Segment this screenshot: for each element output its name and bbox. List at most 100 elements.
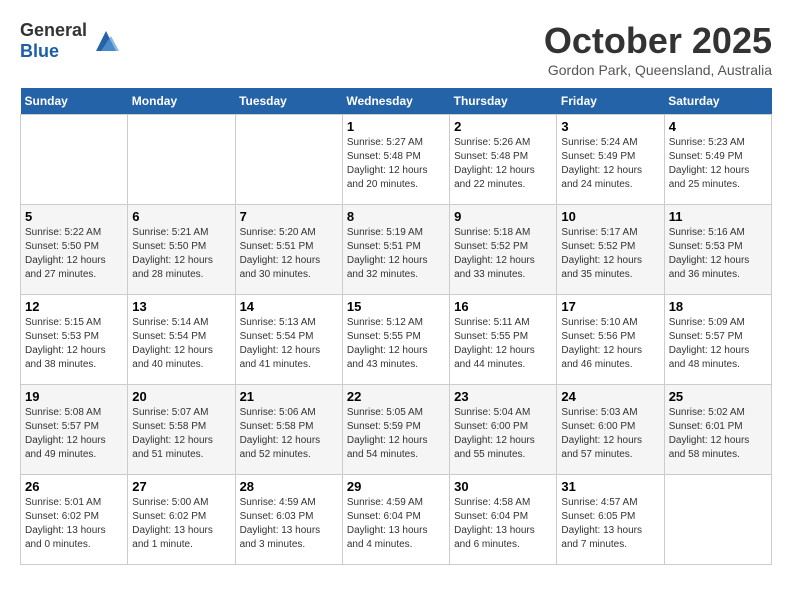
calendar-cell: 27 Sunrise: 5:00 AM Sunset: 6:02 PM Dayli… [128,475,235,565]
calendar-cell: 29 Sunrise: 4:59 AM Sunset: 6:04 PM Dayli… [342,475,449,565]
calendar-cell: 22Sunrise: 5:05 AM Sunset: 5:59 PM Dayli… [342,385,449,475]
day-number: 3 [561,119,659,134]
calendar-cell: 3 Sunrise: 5:24 AM Sunset: 5:49 PM Daylig… [557,115,664,205]
day-number: 6 [132,209,230,224]
calendar-cell: 26 Sunrise: 5:01 AM Sunset: 6:02 PM Dayli… [21,475,128,565]
day-number: 30 [454,479,552,494]
day-number: 13 [132,299,230,314]
day-number: 18 [669,299,767,314]
day-info: Sunrise: 5:15 AM Sunset: 5:53 PM Dayligh… [25,316,123,372]
weekday-header-row: SundayMondayTuesdayWednesdayThursdayFrid… [21,88,772,115]
day-number: 5 [25,209,123,224]
day-number: 4 [669,119,767,134]
day-info: Sunrise: 4:59 AM Sunset: 6:04 PM Dayligh… [347,496,445,552]
day-info: Sunrise: 5:27 AM Sunset: 5:48 PM Dayligh… [347,136,445,192]
calendar-cell [21,115,128,205]
calendar-cell: 15Sunrise: 5:12 AM Sunset: 5:55 PM Dayli… [342,295,449,385]
calendar-cell: 25Sunrise: 5:02 AM Sunset: 6:01 PM Dayli… [664,385,771,475]
day-number: 8 [347,209,445,224]
day-number: 20 [132,389,230,404]
page-header: General Blue October 2025 Gordon Park, Q… [20,20,772,78]
calendar-cell [128,115,235,205]
weekday-header-tuesday: Tuesday [235,88,342,115]
day-number: 27 [132,479,230,494]
day-info: Sunrise: 5:01 AM Sunset: 6:02 PM Dayligh… [25,496,123,552]
day-number: 31 [561,479,659,494]
calendar-cell [664,475,771,565]
day-number: 1 [347,119,445,134]
day-info: Sunrise: 5:18 AM Sunset: 5:52 PM Dayligh… [454,226,552,282]
calendar-cell: 31 Sunrise: 4:57 AM Sunset: 6:05 PM Dayli… [557,475,664,565]
calendar-cell: 9 Sunrise: 5:18 AM Sunset: 5:52 PM Daylig… [450,205,557,295]
day-info: Sunrise: 5:10 AM Sunset: 5:56 PM Dayligh… [561,316,659,372]
day-number: 7 [240,209,338,224]
day-number: 2 [454,119,552,134]
logo-text: General Blue [20,20,87,62]
logo-blue: Blue [20,41,59,61]
day-number: 11 [669,209,767,224]
calendar-cell: 28 Sunrise: 4:59 AM Sunset: 6:03 PM Dayli… [235,475,342,565]
calendar-cell: 4Sunrise: 5:23 AM Sunset: 5:49 PM Daylig… [664,115,771,205]
calendar-cell [235,115,342,205]
calendar-cell: 10Sunrise: 5:17 AM Sunset: 5:52 PM Dayli… [557,205,664,295]
day-info: Sunrise: 5:21 AM Sunset: 5:50 PM Dayligh… [132,226,230,282]
calendar-week-4: 19 Sunrise: 5:08 AM Sunset: 5:57 PM Dayli… [21,385,772,475]
day-number: 12 [25,299,123,314]
title-section: October 2025 Gordon Park, Queensland, Au… [544,20,772,78]
location: Gordon Park, Queensland, Australia [544,62,772,78]
day-number: 17 [561,299,659,314]
day-number: 28 [240,479,338,494]
day-info: Sunrise: 5:11 AM Sunset: 5:55 PM Dayligh… [454,316,552,372]
calendar-cell: 8 Sunrise: 5:19 AM Sunset: 5:51 PM Daylig… [342,205,449,295]
calendar-week-5: 26 Sunrise: 5:01 AM Sunset: 6:02 PM Dayli… [21,475,772,565]
weekday-header-saturday: Saturday [664,88,771,115]
day-number: 26 [25,479,123,494]
calendar-cell: 1 Sunrise: 5:27 AM Sunset: 5:48 PM Daylig… [342,115,449,205]
calendar-cell: 20 Sunrise: 5:07 AM Sunset: 5:58 PM Dayli… [128,385,235,475]
calendar-cell: 5Sunrise: 5:22 AM Sunset: 5:50 PM Daylig… [21,205,128,295]
day-number: 19 [25,389,123,404]
calendar-cell: 14 Sunrise: 5:13 AM Sunset: 5:54 PM Dayli… [235,295,342,385]
day-number: 14 [240,299,338,314]
weekday-header-thursday: Thursday [450,88,557,115]
month-title: October 2025 [544,20,772,62]
day-info: Sunrise: 4:59 AM Sunset: 6:03 PM Dayligh… [240,496,338,552]
logo-icon [91,26,121,56]
day-number: 15 [347,299,445,314]
calendar-cell: 2 Sunrise: 5:26 AM Sunset: 5:48 PM Daylig… [450,115,557,205]
calendar-week-2: 5Sunrise: 5:22 AM Sunset: 5:50 PM Daylig… [21,205,772,295]
day-info: Sunrise: 4:57 AM Sunset: 6:05 PM Dayligh… [561,496,659,552]
weekday-header-monday: Monday [128,88,235,115]
weekday-header-sunday: Sunday [21,88,128,115]
calendar-cell: 6 Sunrise: 5:21 AM Sunset: 5:50 PM Daylig… [128,205,235,295]
logo: General Blue [20,20,121,62]
calendar-cell: 19 Sunrise: 5:08 AM Sunset: 5:57 PM Dayli… [21,385,128,475]
day-info: Sunrise: 5:07 AM Sunset: 5:58 PM Dayligh… [132,406,230,462]
day-info: Sunrise: 5:17 AM Sunset: 5:52 PM Dayligh… [561,226,659,282]
day-number: 22 [347,389,445,404]
day-info: Sunrise: 5:04 AM Sunset: 6:00 PM Dayligh… [454,406,552,462]
day-info: Sunrise: 4:58 AM Sunset: 6:04 PM Dayligh… [454,496,552,552]
weekday-header-wednesday: Wednesday [342,88,449,115]
day-number: 16 [454,299,552,314]
day-info: Sunrise: 5:00 AM Sunset: 6:02 PM Dayligh… [132,496,230,552]
day-info: Sunrise: 5:03 AM Sunset: 6:00 PM Dayligh… [561,406,659,462]
calendar-cell: 12 Sunrise: 5:15 AM Sunset: 5:53 PM Dayli… [21,295,128,385]
day-info: Sunrise: 5:24 AM Sunset: 5:49 PM Dayligh… [561,136,659,192]
day-number: 29 [347,479,445,494]
calendar-cell: 30 Sunrise: 4:58 AM Sunset: 6:04 PM Dayli… [450,475,557,565]
day-info: Sunrise: 5:08 AM Sunset: 5:57 PM Dayligh… [25,406,123,462]
calendar-cell: 13 Sunrise: 5:14 AM Sunset: 5:54 PM Dayli… [128,295,235,385]
calendar-week-3: 12 Sunrise: 5:15 AM Sunset: 5:53 PM Dayli… [21,295,772,385]
day-info: Sunrise: 5:20 AM Sunset: 5:51 PM Dayligh… [240,226,338,282]
day-info: Sunrise: 5:26 AM Sunset: 5:48 PM Dayligh… [454,136,552,192]
day-info: Sunrise: 5:14 AM Sunset: 5:54 PM Dayligh… [132,316,230,372]
day-info: Sunrise: 5:19 AM Sunset: 5:51 PM Dayligh… [347,226,445,282]
day-info: Sunrise: 5:13 AM Sunset: 5:54 PM Dayligh… [240,316,338,372]
day-number: 9 [454,209,552,224]
calendar-cell: 16 Sunrise: 5:11 AM Sunset: 5:55 PM Dayli… [450,295,557,385]
weekday-header-friday: Friday [557,88,664,115]
logo-general: General [20,20,87,40]
calendar-week-1: 1 Sunrise: 5:27 AM Sunset: 5:48 PM Daylig… [21,115,772,205]
day-number: 21 [240,389,338,404]
